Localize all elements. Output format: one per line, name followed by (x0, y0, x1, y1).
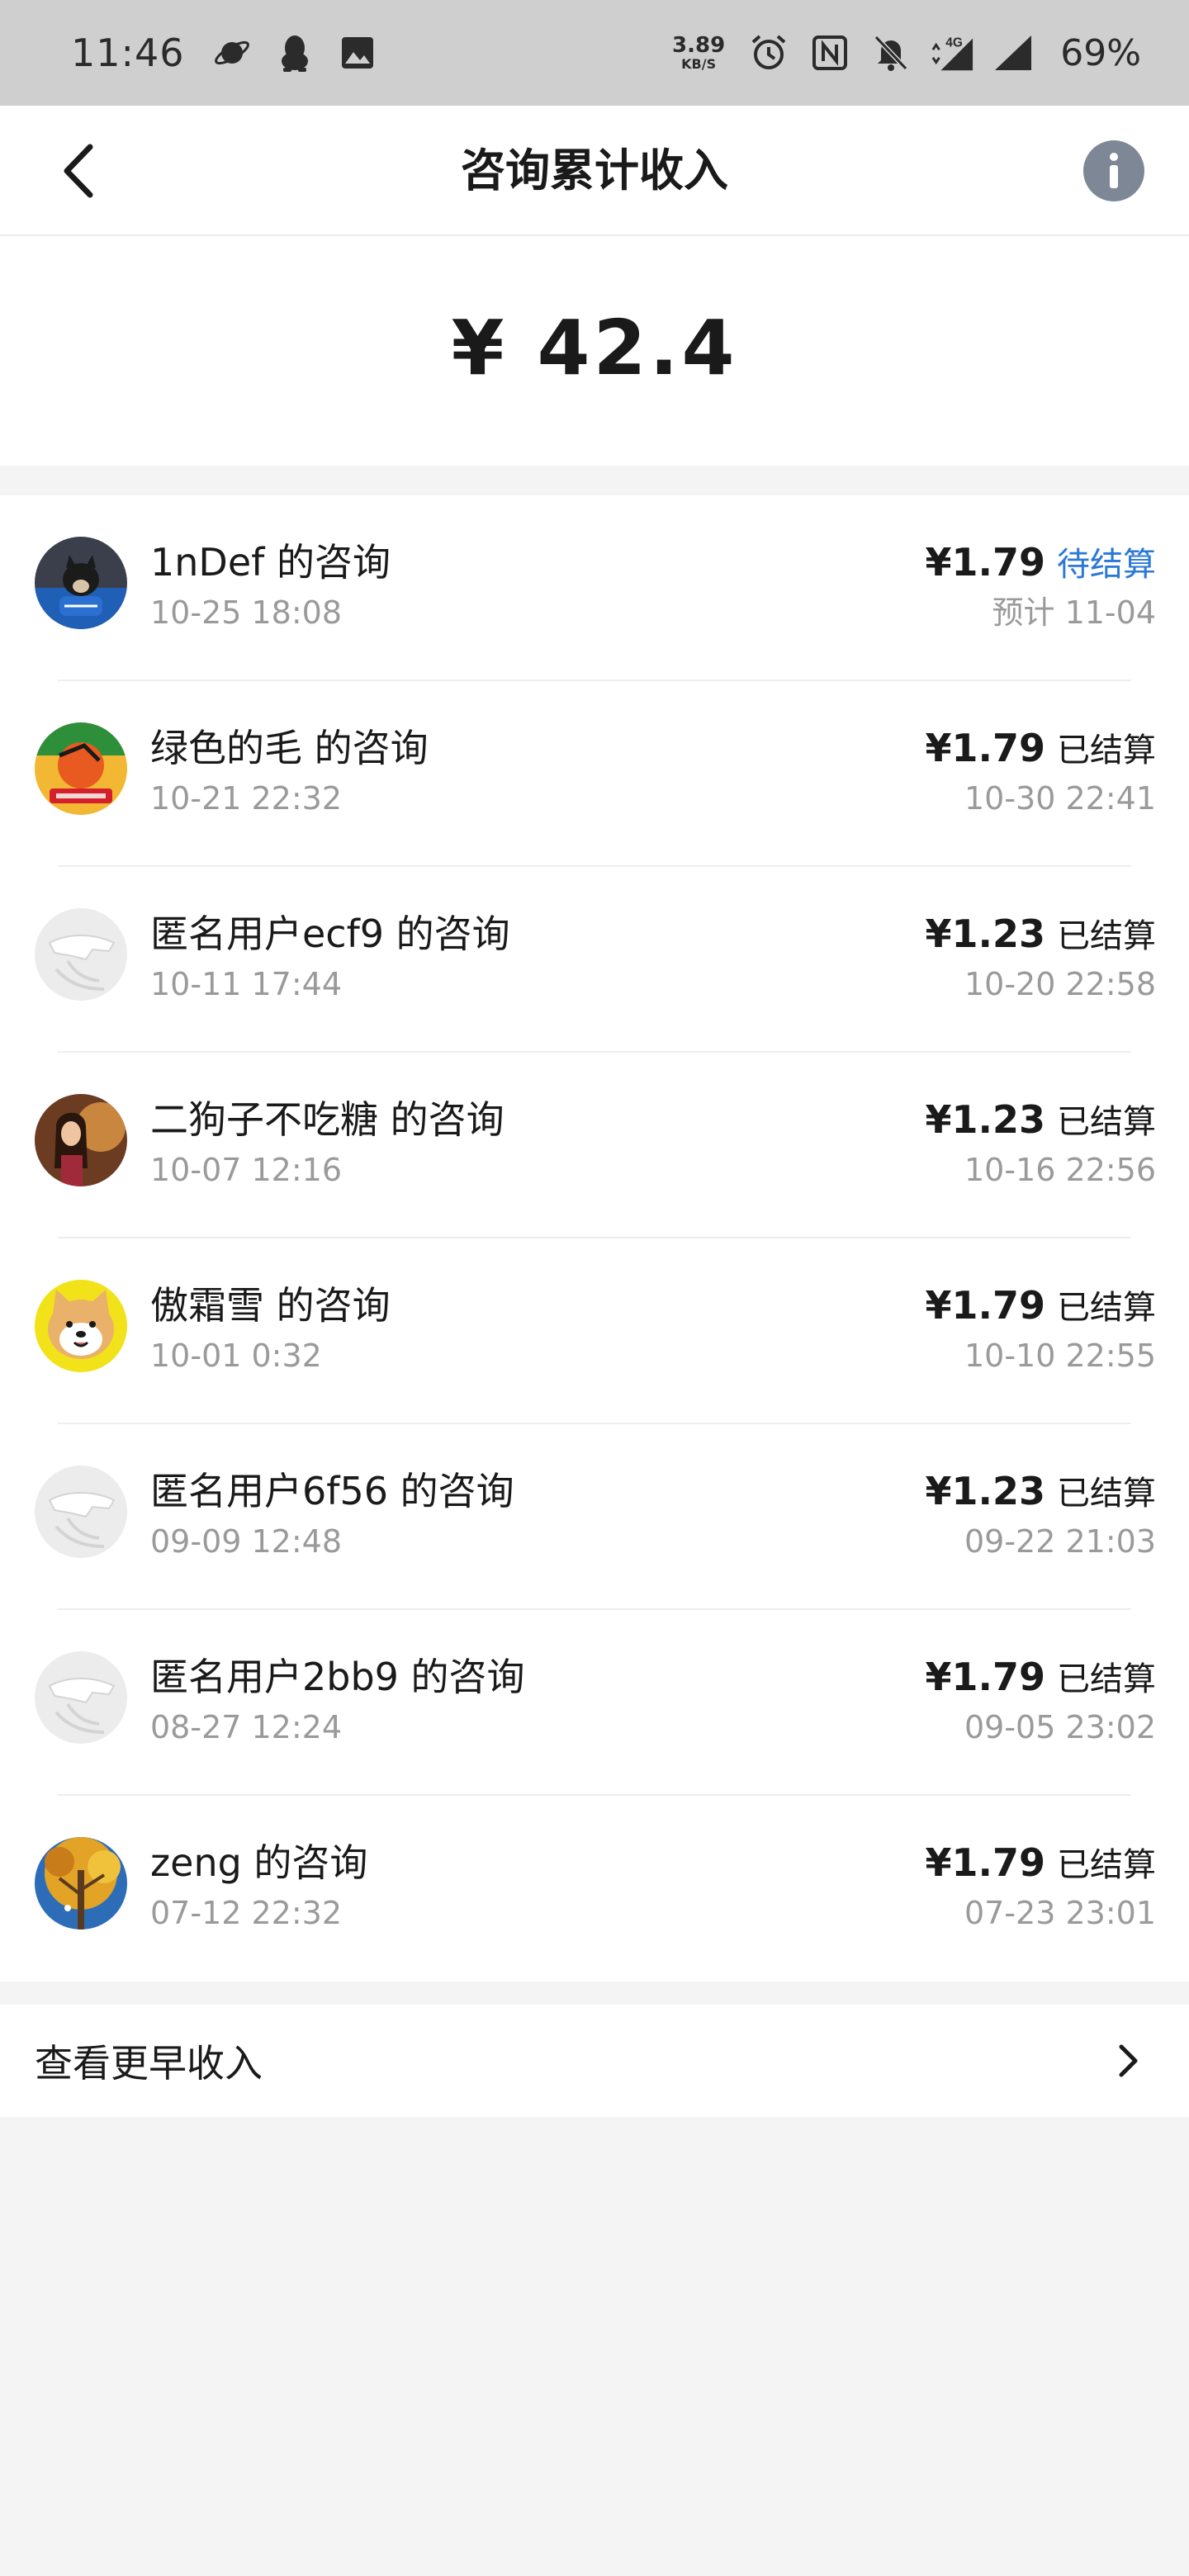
item-time: 09-09 12:48 (150, 1523, 343, 1560)
item-name: 傲霜雪 的咨询 (150, 1283, 391, 1328)
list-item[interactable]: zeng 的咨询 07-12 22:32 ¥1.79 已结算 07-23 23:… (0, 1796, 1189, 1982)
navigation-bar: 咨询累计收入 (0, 106, 1189, 236)
item-detail: 10-16 22:56 (964, 1152, 1156, 1188)
page-title: 咨询累计收入 (461, 144, 728, 197)
status-badge: 待结算 (1057, 546, 1156, 584)
item-time: 10-25 18:08 (150, 594, 343, 631)
status-badge: 已结算 (1057, 732, 1156, 769)
bell-off-icon (869, 31, 913, 75)
item-detail: 预计 11-04 (992, 594, 1157, 631)
item-amount-status: ¥1.79 已结算 (925, 724, 1156, 774)
item-amount-status: ¥1.23 已结算 (925, 910, 1156, 960)
item-time: 07-12 22:32 (150, 1895, 343, 1931)
item-name: 匿名用户2bb9 的咨询 (150, 1655, 525, 1699)
list-item[interactable]: 傲霜雪 的咨询 10-01 0:32 ¥1.79 已结算 10-10 22:55 (0, 1238, 1189, 1424)
image-icon (335, 31, 380, 75)
item-detail: 09-05 23:02 (964, 1709, 1156, 1745)
anonymous-avatar (35, 908, 127, 1001)
item-detail: 09-22 21:03 (964, 1523, 1156, 1560)
item-amount: ¥1.23 (925, 912, 1045, 956)
see-earlier-income-button[interactable]: 查看更早收入 (0, 2005, 1189, 2117)
item-detail: 10-20 22:58 (964, 966, 1156, 1002)
autumn-tree-photo-avatar (35, 1837, 127, 1930)
item-detail: 10-10 22:55 (964, 1338, 1156, 1374)
list-item[interactable]: 匿名用户ecf9 的咨询 10-11 17:44 ¥1.23 已结算 10-20… (0, 867, 1189, 1053)
network-type-label: 4G (945, 36, 963, 50)
item-amount-status: ¥1.79 已结算 (925, 1653, 1156, 1703)
status-badge: 已结算 (1057, 1846, 1156, 1884)
nfc-icon (808, 31, 852, 75)
status-badge: 已结算 (1057, 1103, 1156, 1141)
item-time: 10-11 17:44 (150, 966, 343, 1002)
item-amount-status: ¥1.79 已结算 (925, 1839, 1156, 1889)
income-list: 1nDef 的咨询 10-25 18:08 ¥1.79 待结算 预计 11-04… (0, 495, 1189, 1982)
status-bar: 11:46 3.89 KB/S 4G 69% (0, 0, 1189, 106)
list-item[interactable]: 1nDef 的咨询 10-25 18:08 ¥1.79 待结算 预计 11-04 (0, 495, 1189, 681)
item-name: zeng 的咨询 (150, 1840, 368, 1885)
network-speed: 3.89 KB/S (672, 35, 725, 71)
qq-penguin-icon (272, 31, 317, 75)
status-bar-right: 3.89 KB/S 4G 69% (672, 31, 1141, 75)
item-amount: ¥1.23 (925, 1469, 1045, 1513)
item-detail: 07-23 23:01 (964, 1895, 1156, 1931)
item-amount: ¥1.79 (925, 726, 1045, 770)
item-name: 二狗子不吃糖 的咨询 (150, 1097, 504, 1142)
total-income-panel: ¥ 42.4 (0, 236, 1189, 466)
item-time: 10-21 22:32 (150, 780, 343, 817)
speed-value: 3.89 (672, 33, 726, 58)
status-badge: 已结算 (1057, 1475, 1156, 1513)
total-income-amount: ¥ 42.4 (451, 303, 738, 392)
status-badge: 已结算 (1057, 1289, 1156, 1327)
info-button[interactable] (1083, 140, 1144, 201)
portrait-photo-avatar (35, 1094, 127, 1186)
item-amount: ¥1.79 (925, 1655, 1045, 1699)
status-badge: 已结算 (1057, 917, 1156, 955)
list-item[interactable]: 匿名用户6f56 的咨询 09-09 12:48 ¥1.23 已结算 09-22… (0, 1424, 1189, 1610)
item-name: 匿名用户6f56 的咨询 (150, 1469, 514, 1513)
see-earlier-income-label: 查看更早收入 (35, 2041, 263, 2086)
list-item[interactable]: 匿名用户2bb9 的咨询 08-27 12:24 ¥1.79 已结算 09-05… (0, 1610, 1189, 1796)
item-amount: ¥1.79 (925, 540, 1045, 585)
item-amount-status: ¥1.79 待结算 (925, 538, 1156, 589)
shiba-photo-avatar (35, 1280, 127, 1372)
item-name: 匿名用户ecf9 的咨询 (150, 912, 510, 956)
info-icon (1110, 153, 1118, 188)
battery-percent: 69% (1060, 31, 1141, 74)
item-time: 08-27 12:24 (150, 1709, 343, 1745)
status-bar-left: 11:46 (71, 31, 398, 75)
item-amount: ¥1.79 (925, 1283, 1045, 1328)
item-detail: 10-30 22:41 (964, 780, 1156, 817)
item-amount-status: ¥1.79 已结算 (925, 1281, 1156, 1332)
item-amount-status: ¥1.23 已结算 (925, 1467, 1156, 1518)
item-name: 1nDef 的咨询 (150, 540, 391, 585)
signal-icon (991, 31, 1035, 75)
alarm-icon (746, 31, 791, 75)
list-item[interactable]: 绿色的毛 的咨询 10-21 22:32 ¥1.79 已结算 10-30 22:… (0, 681, 1189, 867)
anonymous-avatar (35, 1466, 127, 1558)
dog-photo-avatar (35, 537, 127, 629)
status-time: 11:46 (71, 31, 185, 75)
anonymous-avatar (35, 1651, 127, 1744)
list-item[interactable]: 二狗子不吃糖 的咨询 10-07 12:16 ¥1.23 已结算 10-16 2… (0, 1053, 1189, 1238)
planet-icon (210, 31, 254, 75)
item-amount: ¥1.23 (925, 1097, 1045, 1142)
item-time: 10-01 0:32 (150, 1338, 322, 1374)
speed-unit: KB/S (681, 56, 717, 72)
item-name: 绿色的毛 的咨询 (150, 726, 429, 770)
chevron-right-icon (1119, 2044, 1138, 2077)
status-badge: 已结算 (1057, 1660, 1156, 1698)
colorful-photo-avatar (35, 722, 127, 815)
item-amount-status: ¥1.23 已结算 (925, 1096, 1156, 1146)
item-amount: ¥1.79 (925, 1840, 1045, 1885)
item-time: 10-07 12:16 (150, 1152, 343, 1188)
signal-4g-icon: 4G (930, 31, 974, 75)
